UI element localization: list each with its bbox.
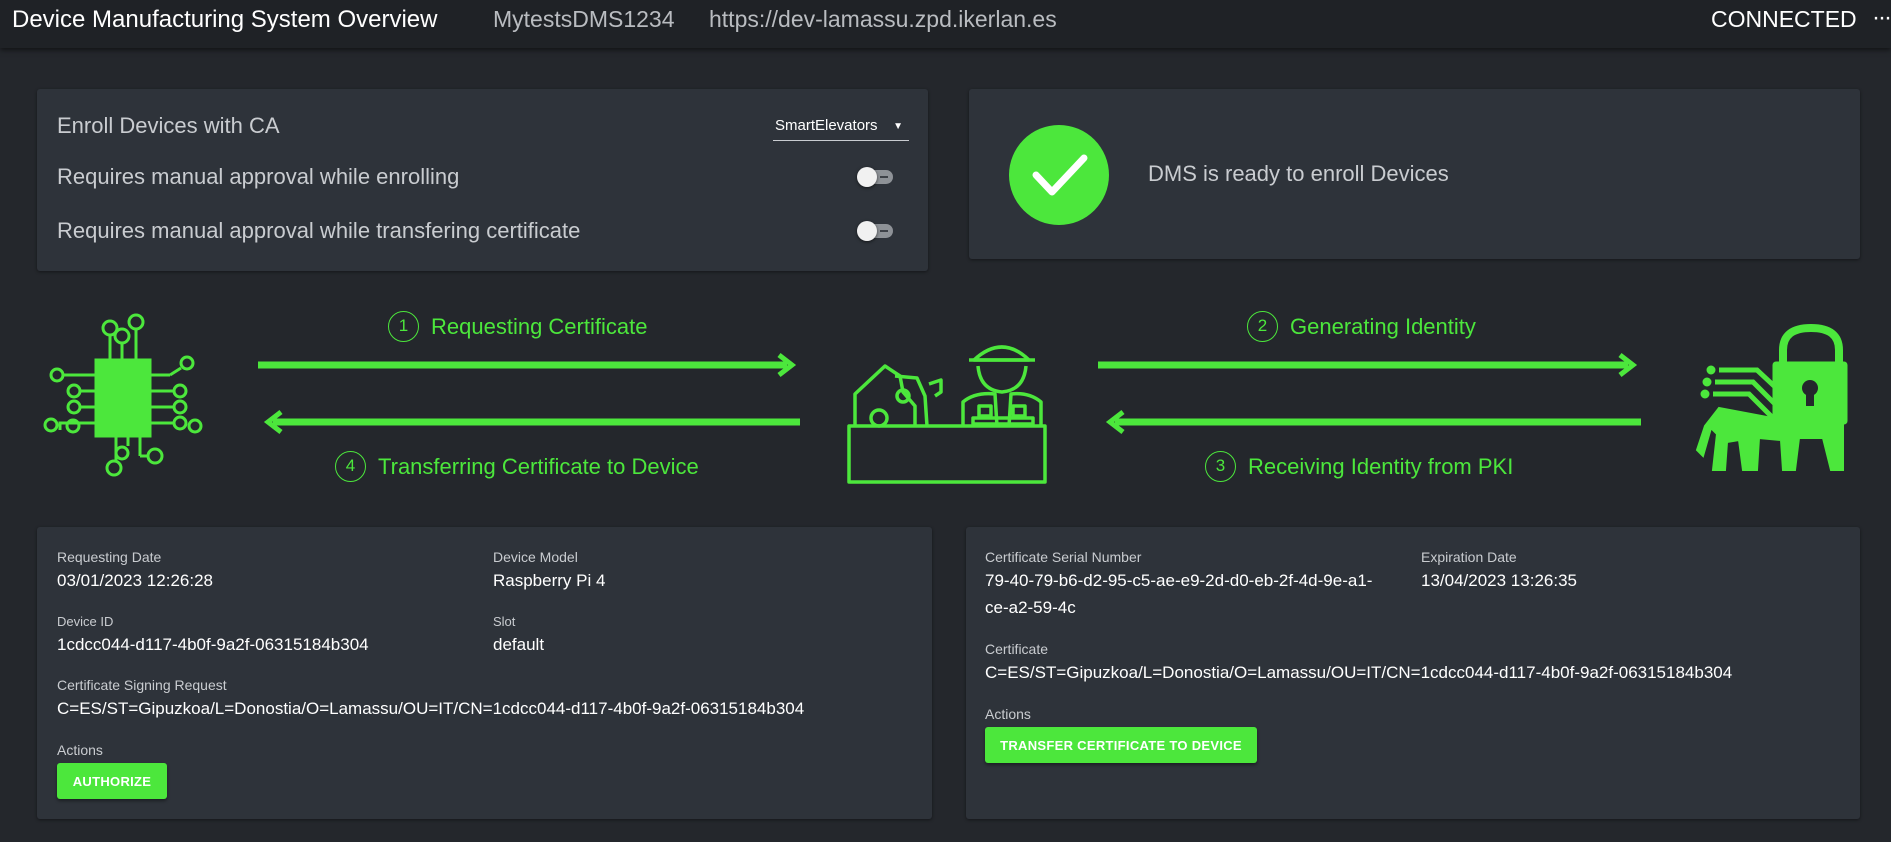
page-title: Device Manufacturing System Overview	[12, 6, 438, 33]
enroll-ca-label: Enroll Devices with CA	[57, 113, 280, 138]
transfer-certificate-button[interactable]: TRANSFER CERTIFICATE TO DEVICE	[985, 727, 1257, 763]
manual-transfer-label: Requires manual approval while transferi…	[57, 218, 581, 243]
step-3-label: 3 Receiving Identity from PKI	[1205, 451, 1513, 482]
serial-number-label: Certificate Serial Number	[985, 549, 1142, 565]
ca-select-value: SmartElevators	[775, 117, 878, 134]
step-1-number: 1	[388, 311, 419, 342]
step-4-number: 4	[335, 451, 366, 482]
step-3-text: Receiving Identity from PKI	[1248, 453, 1514, 479]
more-horizontal-icon[interactable]: ···	[1872, 4, 1891, 32]
serial-number-value-line1: 79-40-79-b6-d2-95-c5-ae-e9-2d-d0-eb-2f-4…	[985, 571, 1373, 590]
certificate-value: C=ES/ST=Gipuzkoa/L=Donostia/O=Lamassu/OU…	[985, 663, 1733, 682]
device-model-label: Device Model	[493, 549, 578, 565]
lamassu-lock-icon	[1695, 323, 1848, 471]
step-1-text: Requesting Certificate	[431, 313, 648, 339]
step-1-label: 1 Requesting Certificate	[388, 311, 647, 342]
device-id-value: 1cdcc044-d117-4b0f-9a2f-06315184b304	[57, 635, 369, 654]
step-2-label: 2 Generating Identity	[1247, 311, 1476, 342]
dms-url: https://dev-lamassu.zpd.ikerlan.es	[709, 6, 1057, 32]
dms-name: MytestsDMS1234	[493, 6, 675, 32]
step-4-text: Transferring Certificate to Device	[378, 453, 699, 479]
flow-arrows-left	[258, 353, 800, 434]
ca-select[interactable]: SmartElevators ▼	[773, 114, 909, 141]
connection-status: CONNECTED	[1711, 6, 1857, 32]
serial-number-value-line2: ce-a2-59-4c	[985, 598, 1076, 617]
step-2-number: 2	[1247, 311, 1278, 342]
device-model-value: Raspberry Pi 4	[493, 571, 606, 590]
expiration-date-label: Expiration Date	[1421, 549, 1517, 565]
certificate-label: Certificate	[985, 641, 1049, 657]
step-3-number: 3	[1205, 451, 1236, 482]
top-bar: Device Manufacturing System Overview Myt…	[0, 0, 1891, 48]
toggle-knob	[857, 221, 877, 241]
enrollment-config-card: Enroll Devices with CA SmartElevators ▼ …	[37, 89, 928, 271]
status-message: DMS is ready to enroll Devices	[1148, 161, 1449, 186]
slot-label: Slot	[493, 614, 516, 629]
toggle-knob	[857, 167, 877, 187]
manual-transfer-toggle[interactable]	[857, 221, 893, 241]
dms-status-card: DMS is ready to enroll Devices	[969, 89, 1860, 259]
manual-enroll-toggle[interactable]	[857, 167, 893, 187]
check-circle-icon	[1009, 125, 1109, 225]
requesting-date-value: 03/01/2023 12:26:28	[57, 571, 213, 590]
step-4-label: 4 Transferring Certificate to Device	[335, 451, 699, 482]
factory-worker-icon	[847, 345, 1047, 484]
csr-label: Certificate Signing Request	[57, 677, 227, 693]
device-id-label: Device ID	[57, 614, 114, 629]
caret-down-icon: ▼	[893, 121, 903, 132]
flow-arrows-right	[1098, 353, 1641, 434]
authorize-button[interactable]: AUTHORIZE	[57, 763, 167, 799]
slot-value: default	[493, 635, 545, 654]
csr-value: C=ES/ST=Gipuzkoa/L=Donostia/O=Lamassu/OU…	[57, 699, 805, 718]
chip-icon	[43, 313, 203, 477]
actions-label: Actions	[57, 742, 103, 758]
enrollment-request-card: Requesting Date 03/01/2023 12:26:28 Devi…	[37, 527, 932, 819]
requesting-date-label: Requesting Date	[57, 549, 162, 565]
certificate-card: Certificate Serial Number 79-40-79-b6-d2…	[966, 527, 1860, 819]
manual-enroll-label: Requires manual approval while enrolling	[57, 164, 460, 189]
actions-label: Actions	[985, 706, 1031, 722]
expiration-date-value: 13/04/2023 13:26:35	[1421, 571, 1577, 590]
step-2-text: Generating Identity	[1290, 313, 1476, 339]
